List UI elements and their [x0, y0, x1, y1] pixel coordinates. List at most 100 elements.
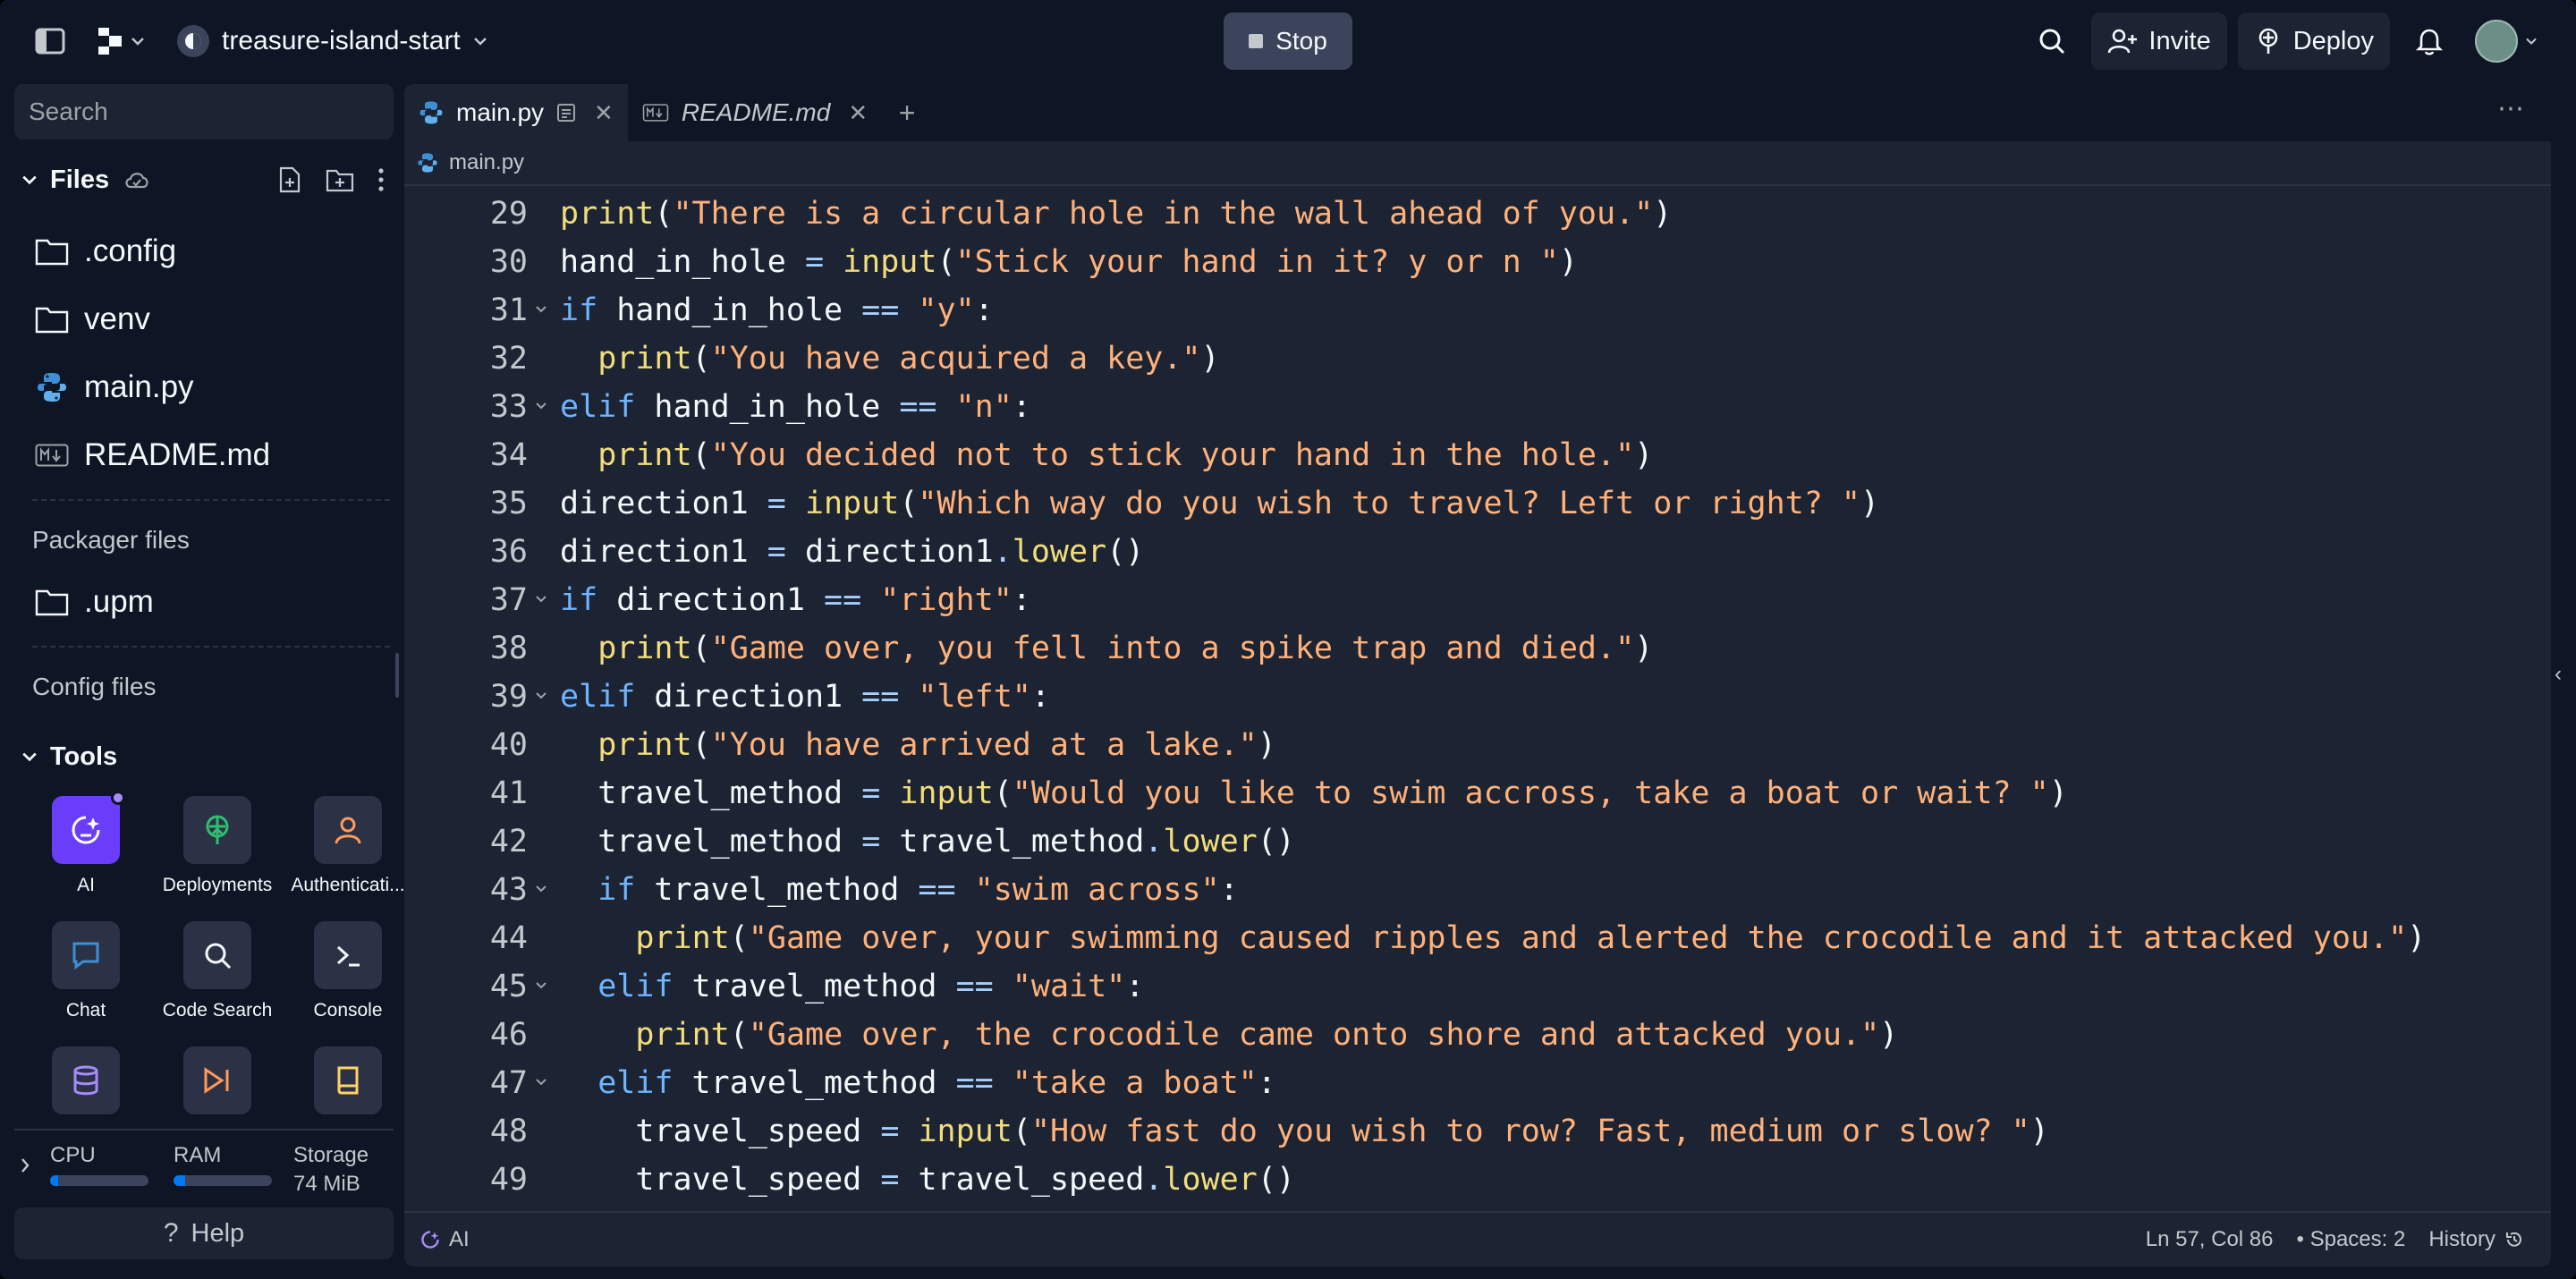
- fold-chevron-icon[interactable]: [533, 880, 549, 896]
- tool-ai[interactable]: AI: [19, 791, 153, 912]
- tools-section-header[interactable]: Tools: [14, 733, 394, 780]
- breadcrumb-file[interactable]: main.py: [449, 150, 524, 175]
- replit-menu-button[interactable]: [88, 16, 154, 66]
- stop-button[interactable]: Stop: [1224, 13, 1352, 70]
- fold-chevron-icon[interactable]: [533, 301, 549, 317]
- tool-chat[interactable]: Chat: [19, 921, 153, 1038]
- more-horizontal-icon[interactable]: ⋯: [2497, 93, 2524, 124]
- sidebar-toggle-icon[interactable]: [25, 16, 75, 66]
- tool-console[interactable]: Console: [281, 921, 415, 1038]
- code-line[interactable]: 36 direction1 = direction1.lower(): [404, 528, 2551, 576]
- chevron-down-icon: [473, 38, 487, 46]
- cpu-usage-bar: [50, 1175, 148, 1186]
- code-line[interactable]: 45 elif travel_method == "wait":: [404, 962, 2551, 1011]
- code-line[interactable]: 44 print("Game over, your swimming caused…: [404, 914, 2551, 962]
- more-vertical-icon[interactable]: [377, 167, 385, 192]
- file-item-upm[interactable]: .upm: [14, 572, 394, 631]
- code-token: "right": [880, 582, 1013, 618]
- add-tab-button[interactable]: +: [882, 84, 932, 141]
- code-token: direction1: [560, 534, 767, 570]
- indent-setting[interactable]: • Spaces: 2: [2297, 1227, 2406, 1252]
- code-token: (: [729, 1017, 749, 1053]
- code-token: lower: [1012, 534, 1107, 570]
- tab-main-py[interactable]: main.py ✕: [404, 84, 628, 141]
- status-ai-button[interactable]: AI: [420, 1227, 470, 1252]
- notifications-button[interactable]: [2401, 13, 2458, 70]
- folder-icon: [34, 584, 70, 620]
- code-token: "There is a circular hole in the wall ah…: [673, 196, 1654, 232]
- history-button[interactable]: History: [2428, 1227, 2524, 1252]
- invite-button[interactable]: Invite: [2091, 13, 2227, 70]
- file-item-main-py[interactable]: main.py: [14, 358, 394, 417]
- ai-icon: [52, 791, 125, 864]
- fold-chevron-icon[interactable]: [533, 590, 549, 606]
- close-icon[interactable]: ✕: [848, 99, 868, 127]
- close-icon[interactable]: ✕: [594, 99, 614, 127]
- tab-readme[interactable]: README.md ✕: [628, 84, 882, 141]
- code-line[interactable]: 49 travel_speed = travel_speed.lower(): [404, 1156, 2551, 1204]
- chevron-left-icon[interactable]: ‹: [2555, 662, 2562, 687]
- code-line[interactable]: 30 hand_in_hole = input("Stick your hand …: [404, 238, 2551, 286]
- code-line[interactable]: 40 print("You have arrived at a lake."): [404, 721, 2551, 769]
- code-line[interactable]: 35 direction1 = input("Which way do you w…: [404, 479, 2551, 528]
- file-item-config[interactable]: .config: [14, 222, 394, 281]
- fold-chevron-icon[interactable]: [533, 397, 549, 413]
- code-line[interactable]: 46 print("Game over, the crocodile came o…: [404, 1011, 2551, 1059]
- search-button[interactable]: [2023, 13, 2080, 70]
- files-section-header[interactable]: Files: [14, 152, 394, 208]
- help-button[interactable]: ? Help: [14, 1207, 394, 1259]
- tool-deployments[interactable]: Deployments: [150, 796, 284, 912]
- resize-handle[interactable]: [395, 653, 399, 698]
- new-file-icon[interactable]: [277, 166, 302, 193]
- fold-chevron-icon[interactable]: [533, 977, 549, 993]
- code-token: travel_method: [597, 775, 862, 811]
- code-line[interactable]: 47 elif travel_method == "take a boat":: [404, 1059, 2551, 1107]
- user-menu-button[interactable]: [2469, 13, 2544, 70]
- code-token: direction1: [560, 486, 767, 521]
- code-line[interactable]: 42 travel_method = travel_method.lower(): [404, 817, 2551, 866]
- code-editor[interactable]: 29 print("There is a circular hole in the…: [404, 190, 2551, 1209]
- tool-authentication[interactable]: Authenticati...: [281, 796, 415, 912]
- code-line[interactable]: 38 print("Game over, you fell into a spik…: [404, 624, 2551, 673]
- workflow-icon: [183, 1046, 251, 1114]
- tool-database[interactable]: [19, 1046, 153, 1118]
- resources-panel[interactable]: CPU RAM Storage 74 MiB: [14, 1129, 394, 1200]
- tool-workflows[interactable]: [150, 1046, 284, 1118]
- code-line[interactable]: 29 print("There is a circular hole in the…: [404, 190, 2551, 238]
- code-token: .: [1144, 824, 1164, 860]
- ram-label: RAM: [174, 1143, 222, 1167]
- file-item-readme[interactable]: README.md: [14, 426, 394, 485]
- repl-name-button[interactable]: treasure-island-start: [166, 16, 498, 66]
- code-line[interactable]: 43 if travel_method == "swim across":: [404, 866, 2551, 914]
- code-line[interactable]: 48 travel_speed = input("How fast do you …: [404, 1107, 2551, 1156]
- code-line[interactable]: 33 elif hand_in_hole == "n":: [404, 383, 2551, 431]
- tool-code-search[interactable]: Code Search: [150, 921, 284, 1038]
- code-line[interactable]: 37 if direction1 == "right":: [404, 576, 2551, 624]
- code-line[interactable]: 34 print("You decided not to stick your h…: [404, 431, 2551, 479]
- file-outline-icon[interactable]: [556, 103, 576, 123]
- deploy-button[interactable]: Deploy: [2237, 13, 2390, 70]
- ram-usage-fill: [174, 1175, 186, 1186]
- invite-label: Invite: [2148, 26, 2211, 55]
- tool-docs[interactable]: [281, 1046, 415, 1118]
- code-line[interactable]: 32 print("You have acquired a key."): [404, 335, 2551, 383]
- code-token: "left": [918, 679, 1031, 715]
- history-icon: [2506, 1232, 2521, 1247]
- file-item-venv[interactable]: venv: [14, 290, 394, 349]
- code-line[interactable]: 41 travel_method = input("Would you like …: [404, 769, 2551, 817]
- fold-chevron-icon[interactable]: [533, 1073, 549, 1089]
- code-text: print("Game over, your swimming caused r…: [635, 920, 2426, 956]
- tool-name: Chat: [65, 1000, 106, 1021]
- code-token: travel_method: [597, 824, 862, 860]
- cursor-position[interactable]: Ln 57, Col 86: [2146, 1227, 2274, 1252]
- code-token: :: [974, 292, 994, 328]
- code-line[interactable]: 39 elif direction1 == "left":: [404, 673, 2551, 721]
- code-token: "swim across": [974, 872, 1220, 908]
- code-line[interactable]: 31 if hand_in_hole == "y":: [404, 286, 2551, 335]
- breadcrumb: main.py: [404, 141, 2551, 186]
- search-input[interactable]: Search: [14, 84, 394, 140]
- fold-chevron-icon[interactable]: [533, 687, 549, 703]
- new-folder-icon[interactable]: [326, 167, 354, 192]
- code-token: ==: [861, 679, 900, 715]
